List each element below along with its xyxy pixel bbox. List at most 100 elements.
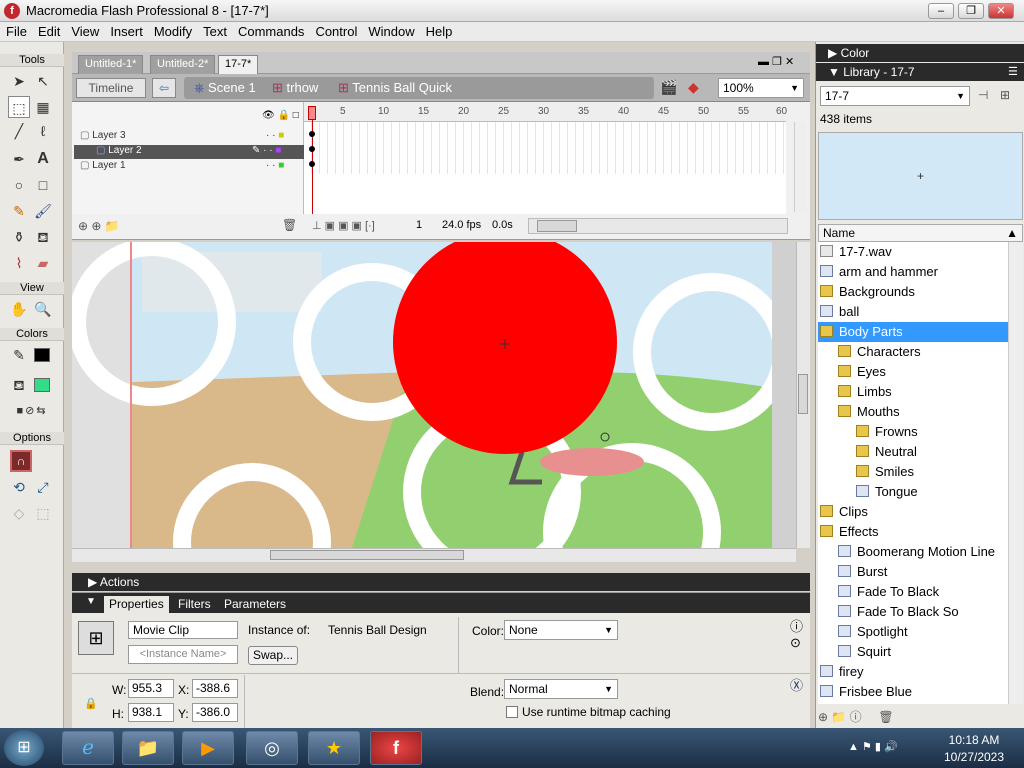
- rotate-skew-icon[interactable]: ⟲: [8, 476, 30, 498]
- subselect-tool-icon[interactable]: ↖: [32, 70, 54, 92]
- chrome-icon[interactable]: ◎: [246, 731, 298, 765]
- height-input[interactable]: 938.1: [128, 703, 174, 722]
- tab-properties[interactable]: Properties: [104, 596, 169, 613]
- library-item[interactable]: arm and hammer: [818, 262, 1008, 282]
- library-item[interactable]: Effects: [818, 522, 1008, 542]
- onion-skin-icons[interactable]: ⊥ ▣ ▣ ▣ [·]: [312, 219, 375, 232]
- menu-text[interactable]: Text: [197, 22, 232, 39]
- back-arrow-icon[interactable]: ⇦: [152, 78, 176, 98]
- color-panel-header[interactable]: ▶ Color: [816, 44, 1024, 62]
- library-item[interactable]: Frisbee Blue: [818, 682, 1008, 702]
- text-tool-icon[interactable]: A: [32, 148, 54, 170]
- flash-taskbar-icon[interactable]: f: [370, 731, 422, 765]
- collapse-arrow-icon[interactable]: ▼: [86, 596, 96, 607]
- timeline-hscrollbar[interactable]: [528, 218, 788, 234]
- brush-tool-icon[interactable]: 🖌: [32, 200, 54, 222]
- zoom-dropdown[interactable]: 100% ▼: [718, 78, 804, 98]
- eye-lock-outline-icons[interactable]: 👁 🔒 □: [262, 110, 299, 121]
- menu-file[interactable]: File: [0, 22, 32, 39]
- crumb-tennis-ball-quick[interactable]: ⊞ Tennis Ball Quick: [338, 80, 452, 96]
- library-item[interactable]: ball: [818, 302, 1008, 322]
- menu-commands[interactable]: Commands: [232, 22, 309, 39]
- delete-layer-icon[interactable]: 🗑: [282, 218, 297, 232]
- library-item[interactable]: Spotlight: [818, 622, 1008, 642]
- free-transform-tool-icon[interactable]: ⬚: [8, 96, 30, 118]
- library-scrollbar[interactable]: [1008, 242, 1023, 704]
- stage-hscrollbar[interactable]: [72, 548, 796, 562]
- library-item[interactable]: Limbs: [818, 382, 1008, 402]
- accessibility-icon[interactable]: Ⓧ: [790, 675, 803, 694]
- rectangle-tool-icon[interactable]: □: [32, 174, 54, 196]
- instance-name-input[interactable]: <Instance Name>: [128, 645, 238, 664]
- lasso-tool-icon[interactable]: ℓ: [32, 120, 54, 142]
- library-item[interactable]: Fade To Black So: [818, 602, 1008, 622]
- tab-17-7[interactable]: 17-7*: [218, 55, 259, 74]
- pencil-tool-icon[interactable]: ✎: [8, 200, 30, 222]
- edit-symbols-icon[interactable]: ◆: [688, 79, 699, 96]
- pen-tool-icon[interactable]: ✒: [8, 148, 30, 170]
- edit-scene-icon[interactable]: 🎬: [660, 79, 677, 96]
- name-column-header[interactable]: Name ▲: [818, 224, 1023, 242]
- blend-dropdown[interactable]: Normal ▼: [504, 679, 618, 699]
- start-button[interactable]: ⊞: [4, 730, 44, 766]
- file-explorer-icon[interactable]: 📁: [122, 731, 174, 765]
- library-panel-header[interactable]: ▼ Library - 17-7: [816, 63, 1024, 81]
- menu-window[interactable]: Window: [362, 22, 419, 39]
- bitmap-caching-checkbox[interactable]: [506, 706, 518, 718]
- library-item[interactable]: Clips: [818, 502, 1008, 522]
- movie-maker-icon[interactable]: ★: [308, 731, 360, 765]
- fill-transform-tool-icon[interactable]: ▦: [32, 96, 54, 118]
- library-item[interactable]: Frowns: [818, 422, 1008, 442]
- library-item[interactable]: firey: [818, 662, 1008, 682]
- tab-untitled-2[interactable]: Untitled-2*: [150, 55, 216, 74]
- internet-explorer-icon[interactable]: ℯ: [62, 731, 114, 765]
- stage-canvas[interactable]: [72, 242, 796, 548]
- zoom-tool-icon[interactable]: 🔍: [32, 298, 54, 320]
- library-item[interactable]: Boomerang Motion Line: [818, 542, 1008, 562]
- library-item[interactable]: Fade To Black: [818, 582, 1008, 602]
- hand-tool-icon[interactable]: ✋: [8, 298, 30, 320]
- width-input[interactable]: 955.3: [128, 679, 174, 698]
- x-input[interactable]: -388.6: [192, 679, 238, 698]
- tab-parameters[interactable]: Parameters: [224, 597, 286, 611]
- help-icon[interactable]: ⓘ: [790, 616, 803, 635]
- library-item[interactable]: Body Parts: [818, 322, 1008, 342]
- actions-panel-header[interactable]: ▶ Actions: [72, 573, 810, 591]
- library-item[interactable]: Characters: [818, 342, 1008, 362]
- y-input[interactable]: -386.0: [192, 703, 238, 722]
- lock-icon[interactable]: 🔒: [84, 697, 98, 710]
- fill-color-swatch[interactable]: [34, 378, 50, 392]
- keyframe-icon[interactable]: [309, 131, 315, 137]
- edit-icon[interactable]: ⊙: [790, 635, 801, 651]
- crumb-scene-1[interactable]: ⎈ Scene 1: [194, 80, 256, 96]
- tab-filters[interactable]: Filters: [178, 597, 211, 611]
- keyframe-icon[interactable]: [309, 146, 315, 152]
- layer-row[interactable]: ▢ Layer 2 ✎ · · ■: [74, 145, 304, 159]
- library-dropdown[interactable]: 17-7 ▼: [820, 86, 970, 106]
- oval-tool-icon[interactable]: ○: [8, 174, 30, 196]
- timeline-scrollbar[interactable]: [794, 122, 806, 212]
- swap-button[interactable]: Swap...: [248, 646, 299, 665]
- library-item[interactable]: Backgrounds: [818, 282, 1008, 302]
- crumb-trhow[interactable]: ⊞ trhow: [272, 80, 318, 96]
- menu-control[interactable]: Control: [309, 22, 362, 39]
- color-dropdown[interactable]: None ▼: [504, 620, 618, 640]
- keyframe-icon[interactable]: [309, 161, 315, 167]
- minimize-button[interactable]: –: [928, 3, 954, 19]
- menu-insert[interactable]: Insert: [104, 22, 148, 39]
- menu-modify[interactable]: Modify: [148, 22, 197, 39]
- eraser-tool-icon[interactable]: ▰: [32, 252, 54, 274]
- ink-bottle-tool-icon[interactable]: ⚱: [8, 226, 30, 248]
- new-library-icon[interactable]: ⊞: [1000, 88, 1010, 102]
- line-tool-icon[interactable]: ╱: [8, 120, 30, 142]
- library-item[interactable]: Squirt: [818, 642, 1008, 662]
- menu-edit[interactable]: Edit: [32, 22, 65, 39]
- arrow-tool-icon[interactable]: ➤: [8, 70, 30, 92]
- maximize-button[interactable]: ❐: [958, 3, 984, 19]
- playhead-icon[interactable]: [308, 106, 316, 120]
- swap-colors-icon[interactable]: ■⊘⇆: [4, 400, 60, 422]
- scale-icon[interactable]: ⤢: [32, 476, 54, 498]
- eyedropper-tool-icon[interactable]: ⌇: [8, 252, 30, 274]
- tray-icons[interactable]: ▲ ⚑ ▮ 🔊: [848, 740, 898, 753]
- frames-grid[interactable]: 151015202530354045505560: [304, 102, 787, 214]
